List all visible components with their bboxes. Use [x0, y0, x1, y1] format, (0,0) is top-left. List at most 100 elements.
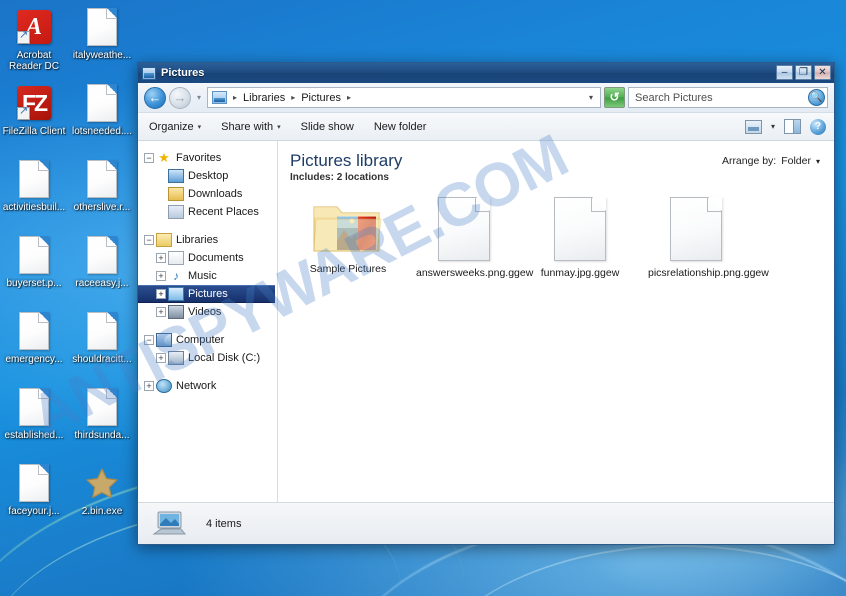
new-folder-label: New folder — [373, 120, 427, 133]
sidebar-item-downloads[interactable]: Downloads — [138, 185, 277, 203]
desktop-icon-label: thirdsunda... — [74, 430, 130, 441]
nav-label: Favorites — [176, 152, 222, 164]
organize-button[interactable]: Organize ▾ — [146, 119, 204, 135]
breadcrumb[interactable]: ▸ Libraries ▸ Pictures ▸ ▾ — [207, 87, 601, 108]
breadcrumb-separator[interactable]: ▸ — [289, 93, 297, 102]
search-box[interactable]: Search Pictures 🔍 — [628, 87, 828, 108]
sidebar-item-recent-places[interactable]: Recent Places — [138, 203, 277, 221]
expander-icon[interactable]: − — [144, 153, 154, 163]
search-icon[interactable]: 🔍 — [808, 89, 825, 106]
command-bar: Organize ▾ Share with ▾ Slide show New f… — [138, 113, 834, 141]
expander-icon[interactable]: + — [156, 289, 166, 299]
window-titlebar[interactable]: Pictures – ❐ ✕ — [138, 63, 834, 83]
list-item[interactable]: answersweeks.png.ggew — [416, 197, 533, 279]
breadcrumb-item-pictures[interactable]: Pictures — [299, 91, 343, 105]
expander-icon[interactable]: − — [144, 235, 154, 245]
desktop-icon-faceyour[interactable]: faceyour.j... — [0, 460, 68, 536]
desktop-icon-lotsneeded[interactable]: lotsneeded.... — [68, 80, 136, 156]
desktop[interactable]: A Acrobat Reader DC italyweathe... FZ Fi… — [0, 0, 846, 596]
desktop-icon-buyerset[interactable]: buyerset.p... — [0, 232, 68, 308]
breadcrumb-separator[interactable]: ▸ — [231, 93, 239, 102]
sidebar-item-pictures[interactable]: + Pictures — [138, 285, 275, 303]
slide-show-label: Slide show — [300, 120, 354, 133]
navigation-pane[interactable]: − ★ Favorites Desktop Downloads Recent P… — [138, 141, 278, 502]
nav-label: Pictures — [188, 288, 228, 300]
breadcrumb-library-icon — [212, 91, 227, 104]
list-item[interactable]: funmay.jpg.ggew — [532, 197, 628, 279]
expander-icon[interactable]: + — [156, 253, 166, 263]
sidebar-item-videos[interactable]: + Videos — [138, 303, 277, 321]
documents-icon — [168, 251, 184, 265]
expander-icon[interactable]: + — [156, 307, 166, 317]
sidebar-item-music[interactable]: + ♪ Music — [138, 267, 277, 285]
new-folder-button[interactable]: New folder — [371, 119, 430, 135]
desktop-icon-shouldracitt[interactable]: shouldracitt... — [68, 308, 136, 384]
list-item[interactable]: Sample Pictures — [300, 197, 396, 279]
slide-show-button[interactable]: Slide show — [298, 119, 357, 135]
expander-icon[interactable]: − — [144, 335, 154, 345]
sidebar-item-local-disk[interactable]: + Local Disk (C:) — [138, 349, 277, 367]
encrypted-file-icon — [85, 84, 119, 124]
share-with-button[interactable]: Share with ▾ — [218, 119, 284, 135]
explorer-window[interactable]: Pictures – ❐ ✕ ← → ▾ ▸ Libraries ▸ Pictu… — [137, 62, 835, 545]
desktop-icon-thirdsunda[interactable]: thirdsunda... — [68, 384, 136, 460]
list-item[interactable]: picsrelationship.png.ggew — [648, 197, 769, 279]
desktop-icon-raceeasy[interactable]: raceeasy.j... — [68, 232, 136, 308]
desktop-icon — [168, 169, 184, 183]
chevron-down-icon[interactable]: ▾ — [771, 122, 775, 131]
expander-icon[interactable]: + — [156, 353, 166, 363]
address-dropdown-caret[interactable]: ▾ — [589, 93, 596, 102]
breadcrumb-separator[interactable]: ▸ — [345, 93, 353, 102]
search-input[interactable]: Search Pictures — [635, 92, 808, 104]
encrypted-file-icon — [85, 8, 119, 48]
breadcrumb-item-libraries[interactable]: Libraries — [241, 91, 287, 105]
window-body: − ★ Favorites Desktop Downloads Recent P… — [138, 141, 834, 502]
forward-button[interactable]: → — [169, 86, 191, 109]
expander-placeholder — [156, 189, 166, 199]
back-button[interactable]: ← — [144, 86, 166, 109]
organize-label: Organize — [149, 120, 194, 133]
desktop-icon-italyweather[interactable]: italyweathe... — [68, 4, 136, 80]
sidebar-item-desktop[interactable]: Desktop — [138, 167, 277, 185]
nav-group-network[interactable]: + Network — [138, 377, 277, 395]
nav-group-computer[interactable]: − Computer — [138, 331, 277, 349]
preview-pane-icon[interactable] — [784, 119, 801, 134]
desktop-icon-label: established... — [4, 430, 64, 441]
nav-group-libraries[interactable]: − Libraries — [138, 231, 277, 249]
sidebar-item-documents[interactable]: + Documents — [138, 249, 277, 267]
address-bar-row: ← → ▾ ▸ Libraries ▸ Pictures ▸ ▾ ↺ Searc… — [138, 83, 834, 113]
encrypted-file-icon — [85, 388, 119, 428]
nav-group-favorites[interactable]: − ★ Favorites — [138, 149, 277, 167]
desktop-icon-acrobat-reader[interactable]: A Acrobat Reader DC — [0, 4, 68, 80]
window-title: Pictures — [161, 67, 205, 79]
expander-icon[interactable]: + — [144, 381, 154, 391]
change-view-icon[interactable] — [744, 119, 762, 134]
minimize-button[interactable]: – — [776, 65, 793, 80]
desktop-icon-label: 2.bin.exe — [81, 506, 123, 517]
encrypted-file-icon — [17, 464, 51, 504]
desktop-icon-grid: A Acrobat Reader DC italyweathe... FZ Fi… — [0, 4, 136, 536]
desktop-icon-established[interactable]: established... — [0, 384, 68, 460]
desktop-icon-label: buyerset.p... — [6, 278, 62, 289]
recent-pages-dropdown[interactable]: ▾ — [194, 93, 204, 102]
filezilla-icon: FZ — [17, 84, 51, 124]
refresh-button[interactable]: ↺ — [604, 87, 625, 108]
desktop-icon-activitiesbuil[interactable]: activitiesbuil... — [0, 156, 68, 232]
arrange-by-control[interactable]: Arrange by: Folder ▾ — [722, 155, 820, 167]
expander-icon[interactable]: + — [156, 271, 166, 281]
nav-label: Desktop — [188, 170, 229, 182]
desktop-icon-otherslive[interactable]: otherslive.r... — [68, 156, 136, 232]
window-controls: – ❐ ✕ — [776, 65, 831, 80]
desktop-icon-label: shouldracitt... — [72, 354, 132, 365]
help-icon[interactable]: ? — [810, 118, 826, 135]
desktop-icon-emergency[interactable]: emergency... — [0, 308, 68, 384]
encrypted-file-icon — [554, 197, 606, 261]
maximize-button[interactable]: ❐ — [795, 65, 812, 80]
downloads-icon — [168, 187, 184, 201]
desktop-icon-filezilla-client[interactable]: FZ FileZilla Client — [0, 80, 68, 156]
file-list-pane[interactable]: Pictures library Includes: 2 locations A… — [278, 141, 834, 502]
desktop-ribbon-4 — [420, 545, 846, 596]
desktop-icon-2-bin-exe[interactable]: 2.bin.exe — [68, 460, 136, 536]
close-button[interactable]: ✕ — [814, 65, 831, 80]
